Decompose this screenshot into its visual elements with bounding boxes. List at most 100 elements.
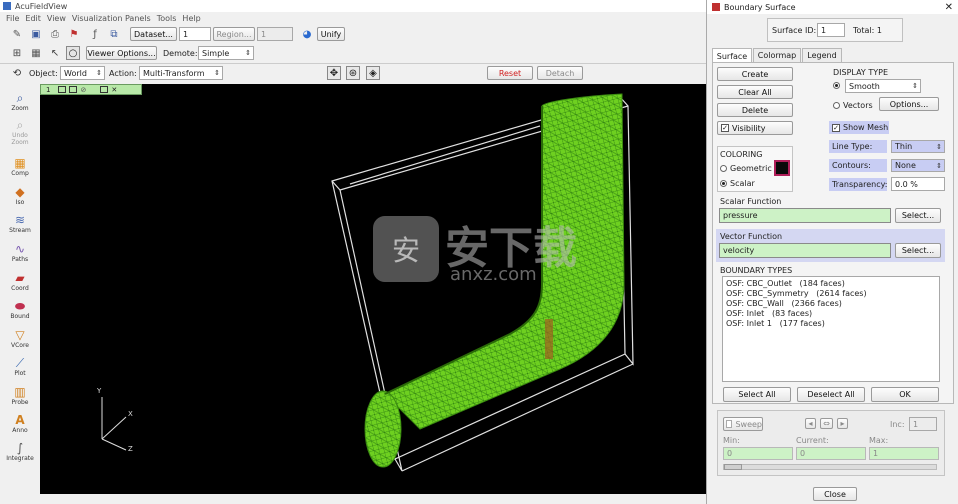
max-field[interactable]: 1 bbox=[869, 447, 939, 460]
dataset-field[interactable]: 1 bbox=[179, 27, 211, 41]
print-icon[interactable]: ⎙ bbox=[48, 27, 62, 41]
tab-colormap[interactable]: Colormap bbox=[753, 48, 801, 62]
sidebar-zoom[interactable]: ⌕ Zoom bbox=[2, 91, 38, 112]
panel-icon bbox=[712, 3, 720, 11]
delete-button[interactable]: Delete bbox=[717, 103, 793, 117]
inc-field[interactable]: 1 bbox=[909, 417, 937, 431]
contours-label: Contours: bbox=[829, 159, 887, 172]
menu-help[interactable]: Help bbox=[182, 14, 200, 23]
sweep-next-button[interactable]: ▸ bbox=[837, 418, 848, 429]
tab-legend[interactable]: Legend bbox=[802, 48, 842, 62]
create-button[interactable]: Create bbox=[717, 67, 793, 81]
show-mesh-toggle[interactable]: ✓ Show Mesh bbox=[829, 121, 889, 134]
scalar-radio[interactable]: Scalar bbox=[720, 179, 755, 188]
scale-icon[interactable]: ◈ bbox=[366, 66, 380, 80]
close-button[interactable]: Close bbox=[813, 487, 857, 501]
list-item[interactable]: OSF: CBC_Symmetry (2614 faces) bbox=[726, 289, 936, 299]
action-combo[interactable]: Multi-Transform bbox=[139, 66, 223, 80]
contours-combo[interactable]: None bbox=[891, 159, 945, 172]
viewport[interactable]: 1 ⊘ ✕ Y X Z 安 安下载 anxz.com bbox=[40, 84, 706, 494]
copy-icon[interactable]: ⧉ bbox=[107, 27, 121, 41]
vector-select-button[interactable]: Select... bbox=[895, 243, 941, 258]
sidebar-undo-zoom[interactable]: ⌕ Undo Zoom bbox=[2, 118, 38, 146]
grid-icon[interactable]: ⊞ bbox=[10, 46, 24, 60]
vector-function-field[interactable]: velocity bbox=[719, 243, 891, 258]
scalar-function-field[interactable]: pressure bbox=[719, 208, 891, 223]
list-item[interactable]: OSF: Inlet (83 faces) bbox=[726, 309, 936, 319]
sidebar-vcore[interactable]: ▽ VCore bbox=[2, 328, 38, 349]
script-icon[interactable]: ƒ bbox=[88, 27, 102, 41]
sweep-slider[interactable] bbox=[723, 464, 937, 470]
geometric-radio-dot bbox=[720, 165, 727, 172]
list-item[interactable]: OSF: Inlet 1 (177 faces) bbox=[726, 319, 936, 329]
detach-button[interactable]: Detach bbox=[537, 66, 583, 80]
sidebar-paths[interactable]: ∿ Paths bbox=[2, 242, 38, 263]
vectors-radio-dot bbox=[833, 102, 840, 109]
building-icon[interactable]: ▦ bbox=[29, 46, 43, 60]
sweep-prev-button[interactable]: ◂ bbox=[805, 418, 816, 429]
save-icon[interactable]: ▣ bbox=[29, 27, 43, 41]
menu-view[interactable]: View bbox=[47, 14, 66, 23]
demote-combo[interactable]: Simple bbox=[198, 46, 254, 60]
current-field[interactable]: 0 bbox=[796, 447, 866, 460]
circle-icon[interactable]: ○ bbox=[66, 46, 80, 60]
sweep-toggle[interactable]: Sweep bbox=[723, 417, 763, 431]
clear-all-button[interactable]: Clear All bbox=[717, 85, 793, 99]
move-icon[interactable]: ✥ bbox=[327, 66, 341, 80]
axis-x-label: X bbox=[128, 410, 133, 418]
unify-button[interactable]: Unify bbox=[317, 27, 345, 41]
sidebar-coord[interactable]: ▰ Coord bbox=[2, 271, 38, 292]
edit-icon[interactable]: ✎ bbox=[10, 27, 24, 41]
list-item[interactable]: OSF: CBC_Outlet (184 faces) bbox=[726, 279, 936, 289]
rotate-icon[interactable]: ⊛ bbox=[346, 66, 360, 80]
restart-icon[interactable]: ⚑ bbox=[67, 27, 81, 41]
color-swatch[interactable] bbox=[774, 160, 790, 176]
menu-file[interactable]: File bbox=[6, 14, 19, 23]
sidebar-plot[interactable]: ⟋ Plot bbox=[2, 356, 38, 377]
line-type-combo[interactable]: Thin bbox=[891, 140, 945, 153]
sidebar-probe[interactable]: ▥ Probe bbox=[2, 385, 38, 406]
scalar-select-button[interactable]: Select... bbox=[895, 208, 941, 223]
transparency-field[interactable]: 0.0 % bbox=[891, 177, 945, 191]
geometric-radio[interactable]: Geometric bbox=[720, 164, 772, 173]
sidebar-integrate[interactable]: ∫ Integrate bbox=[2, 441, 38, 462]
visibility-toggle[interactable]: ✓ Visibility bbox=[717, 121, 793, 135]
reset-button[interactable]: Reset bbox=[487, 66, 533, 80]
globe-icon[interactable]: ◕ bbox=[300, 27, 314, 41]
menu-tools[interactable]: Tools bbox=[157, 14, 177, 23]
sidebar-comp[interactable]: ▦ Comp bbox=[2, 156, 38, 177]
menu-visualization-panels[interactable]: Visualization Panels bbox=[72, 14, 151, 23]
object-combo[interactable]: World bbox=[60, 66, 105, 80]
sidebar-bound[interactable]: ⬬ Bound bbox=[2, 299, 38, 320]
sidebar-anno[interactable]: A Anno bbox=[2, 413, 38, 434]
options-button[interactable]: Options... bbox=[879, 97, 939, 111]
smooth-radio[interactable] bbox=[833, 82, 843, 89]
smooth-combo[interactable]: Smooth bbox=[845, 79, 921, 93]
panel-close-icon[interactable]: ✕ bbox=[945, 2, 953, 13]
menu-edit[interactable]: Edit bbox=[25, 14, 41, 23]
viewer-options-button[interactable]: Viewer Options... bbox=[86, 46, 157, 60]
pointer-icon[interactable]: ↖ bbox=[48, 46, 62, 60]
surface-id-field[interactable]: 1 bbox=[817, 23, 845, 37]
sweep-play-button[interactable]: ⇔ bbox=[820, 418, 833, 429]
vectors-radio[interactable]: Vectors bbox=[833, 101, 873, 110]
object-icon[interactable]: ⟲ bbox=[10, 66, 24, 80]
region-button[interactable]: Region... bbox=[213, 27, 255, 41]
list-item[interactable]: OSF: CBC_Wall (2366 faces) bbox=[726, 299, 936, 309]
sweep-slider-handle[interactable] bbox=[724, 464, 742, 470]
region-field[interactable]: 1 bbox=[257, 27, 293, 41]
boundary-types-list[interactable]: OSF: CBC_Outlet (184 faces) OSF: CBC_Sym… bbox=[722, 276, 940, 382]
dataset-button[interactable]: Dataset... bbox=[130, 27, 177, 41]
tab-surface[interactable]: Surface bbox=[712, 48, 752, 63]
min-label: Min: bbox=[723, 436, 740, 445]
watermark-logo: 安 bbox=[373, 216, 439, 282]
panel-title-bar: Boundary Surface ✕ bbox=[707, 0, 958, 14]
select-all-button[interactable]: Select All bbox=[723, 387, 791, 402]
object-label: Object: bbox=[29, 69, 58, 78]
min-field[interactable]: 0 bbox=[723, 447, 793, 460]
sidebar-iso[interactable]: ◆ Iso bbox=[2, 185, 38, 206]
deselect-all-button[interactable]: Deselect All bbox=[797, 387, 865, 402]
visibility-checkbox: ✓ bbox=[721, 124, 729, 132]
ok-button[interactable]: OK bbox=[871, 387, 939, 402]
sidebar-stream[interactable]: ≋ Stream bbox=[2, 213, 38, 234]
